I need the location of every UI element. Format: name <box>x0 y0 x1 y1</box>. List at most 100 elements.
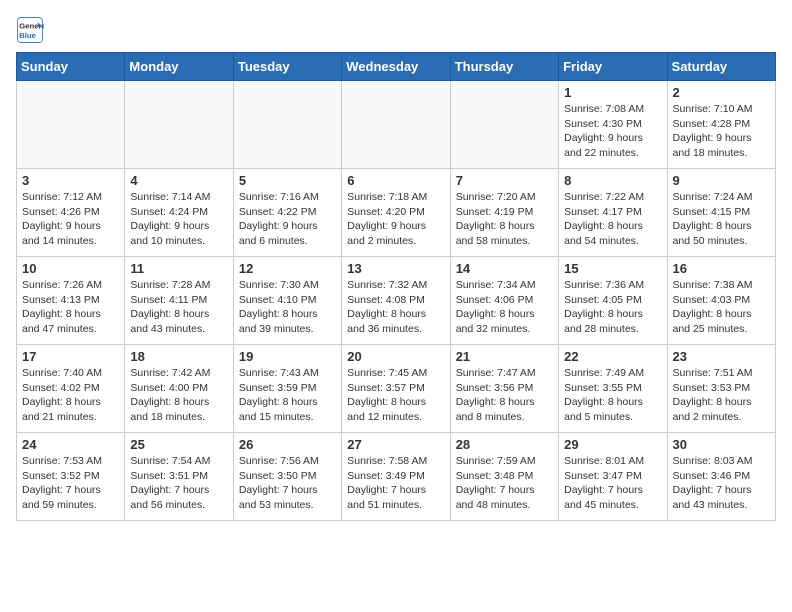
day-cell: 9 Sunrise: 7:24 AM Sunset: 4:15 PM Daylig… <box>667 169 775 257</box>
day-number: 21 <box>456 349 553 364</box>
header-row: SundayMondayTuesdayWednesdayThursdayFrid… <box>17 53 776 81</box>
logo: General Blue <box>16 16 48 44</box>
day-info: Sunrise: 7:38 AM Sunset: 4:03 PM Dayligh… <box>673 278 770 337</box>
day-info: Sunrise: 7:56 AM Sunset: 3:50 PM Dayligh… <box>239 454 336 513</box>
day-cell: 2Sunrise: 7:10 AM Sunset: 4:28 PM Daylig… <box>667 81 775 169</box>
day-cell: 7 Sunrise: 7:20 AM Sunset: 4:19 PM Daylig… <box>450 169 558 257</box>
day-info: Sunrise: 7:59 AM Sunset: 3:48 PM Dayligh… <box>456 454 553 513</box>
day-number: 24 <box>22 437 119 452</box>
day-info: Sunrise: 7:47 AM Sunset: 3:56 PM Dayligh… <box>456 366 553 425</box>
day-cell: 6 Sunrise: 7:18 AM Sunset: 4:20 PM Daylig… <box>342 169 450 257</box>
col-header-friday: Friday <box>559 53 667 81</box>
day-number: 5 <box>239 173 336 188</box>
day-cell: 16 Sunrise: 7:38 AM Sunset: 4:03 PM Dayli… <box>667 257 775 345</box>
day-number: 16 <box>673 261 770 276</box>
day-cell: 22 Sunrise: 7:49 AM Sunset: 3:55 PM Dayli… <box>559 345 667 433</box>
day-cell: 12Sunrise: 7:30 AM Sunset: 4:10 PM Dayli… <box>233 257 341 345</box>
day-info: Sunrise: 7:16 AM Sunset: 4:22 PM Dayligh… <box>239 190 336 249</box>
day-cell: 4Sunrise: 7:14 AM Sunset: 4:24 PM Daylig… <box>125 169 233 257</box>
day-info: Sunrise: 7:26 AM Sunset: 4:13 PM Dayligh… <box>22 278 119 337</box>
day-info: Sunrise: 7:22 AM Sunset: 4:17 PM Dayligh… <box>564 190 661 249</box>
day-cell: 28 Sunrise: 7:59 AM Sunset: 3:48 PM Dayli… <box>450 433 558 521</box>
col-header-monday: Monday <box>125 53 233 81</box>
day-info: Sunrise: 7:40 AM Sunset: 4:02 PM Dayligh… <box>22 366 119 425</box>
day-number: 23 <box>673 349 770 364</box>
week-row-2: 10 Sunrise: 7:26 AM Sunset: 4:13 PM Dayli… <box>17 257 776 345</box>
day-info: Sunrise: 7:10 AM Sunset: 4:28 PM Dayligh… <box>673 102 770 161</box>
day-info: Sunrise: 7:36 AM Sunset: 4:05 PM Dayligh… <box>564 278 661 337</box>
day-number: 28 <box>456 437 553 452</box>
day-cell: 5 Sunrise: 7:16 AM Sunset: 4:22 PM Daylig… <box>233 169 341 257</box>
day-info: Sunrise: 7:51 AM Sunset: 3:53 PM Dayligh… <box>673 366 770 425</box>
day-info: Sunrise: 7:28 AM Sunset: 4:11 PM Dayligh… <box>130 278 227 337</box>
week-row-3: 17 Sunrise: 7:40 AM Sunset: 4:02 PM Dayli… <box>17 345 776 433</box>
day-cell: 25 Sunrise: 7:54 AM Sunset: 3:51 PM Dayli… <box>125 433 233 521</box>
day-cell <box>450 81 558 169</box>
day-cell <box>125 81 233 169</box>
header: General Blue <box>16 16 776 44</box>
day-cell: 18 Sunrise: 7:42 AM Sunset: 4:00 PM Dayli… <box>125 345 233 433</box>
day-info: Sunrise: 7:34 AM Sunset: 4:06 PM Dayligh… <box>456 278 553 337</box>
day-info: Sunrise: 7:49 AM Sunset: 3:55 PM Dayligh… <box>564 366 661 425</box>
day-number: 11 <box>130 261 227 276</box>
day-cell: 21 Sunrise: 7:47 AM Sunset: 3:56 PM Dayli… <box>450 345 558 433</box>
day-info: Sunrise: 7:08 AM Sunset: 4:30 PM Dayligh… <box>564 102 661 161</box>
day-info: Sunrise: 7:45 AM Sunset: 3:57 PM Dayligh… <box>347 366 444 425</box>
col-header-wednesday: Wednesday <box>342 53 450 81</box>
calendar-table: SundayMondayTuesdayWednesdayThursdayFrid… <box>16 52 776 521</box>
day-number: 4 <box>130 173 227 188</box>
day-number: 25 <box>130 437 227 452</box>
day-info: Sunrise: 7:43 AM Sunset: 3:59 PM Dayligh… <box>239 366 336 425</box>
day-number: 30 <box>673 437 770 452</box>
svg-text:Blue: Blue <box>19 31 37 40</box>
day-info: Sunrise: 7:24 AM Sunset: 4:15 PM Dayligh… <box>673 190 770 249</box>
day-number: 7 <box>456 173 553 188</box>
day-number: 22 <box>564 349 661 364</box>
day-info: Sunrise: 7:18 AM Sunset: 4:20 PM Dayligh… <box>347 190 444 249</box>
day-info: Sunrise: 7:20 AM Sunset: 4:19 PM Dayligh… <box>456 190 553 249</box>
day-number: 17 <box>22 349 119 364</box>
day-info: Sunrise: 7:32 AM Sunset: 4:08 PM Dayligh… <box>347 278 444 337</box>
day-number: 26 <box>239 437 336 452</box>
day-number: 13 <box>347 261 444 276</box>
day-info: Sunrise: 7:12 AM Sunset: 4:26 PM Dayligh… <box>22 190 119 249</box>
day-info: Sunrise: 7:54 AM Sunset: 3:51 PM Dayligh… <box>130 454 227 513</box>
day-number: 20 <box>347 349 444 364</box>
day-number: 10 <box>22 261 119 276</box>
week-row-0: 1Sunrise: 7:08 AM Sunset: 4:30 PM Daylig… <box>17 81 776 169</box>
day-cell <box>342 81 450 169</box>
day-number: 8 <box>564 173 661 188</box>
col-header-thursday: Thursday <box>450 53 558 81</box>
day-cell: 11 Sunrise: 7:28 AM Sunset: 4:11 PM Dayli… <box>125 257 233 345</box>
day-number: 12 <box>239 261 336 276</box>
day-info: Sunrise: 7:53 AM Sunset: 3:52 PM Dayligh… <box>22 454 119 513</box>
day-info: Sunrise: 7:42 AM Sunset: 4:00 PM Dayligh… <box>130 366 227 425</box>
day-cell: 19Sunrise: 7:43 AM Sunset: 3:59 PM Dayli… <box>233 345 341 433</box>
day-number: 6 <box>347 173 444 188</box>
day-cell: 10 Sunrise: 7:26 AM Sunset: 4:13 PM Dayli… <box>17 257 125 345</box>
day-cell: 3 Sunrise: 7:12 AM Sunset: 4:26 PM Daylig… <box>17 169 125 257</box>
day-cell: 8 Sunrise: 7:22 AM Sunset: 4:17 PM Daylig… <box>559 169 667 257</box>
day-cell: 1Sunrise: 7:08 AM Sunset: 4:30 PM Daylig… <box>559 81 667 169</box>
col-header-saturday: Saturday <box>667 53 775 81</box>
day-cell: 27Sunrise: 7:58 AM Sunset: 3:49 PM Dayli… <box>342 433 450 521</box>
logo-icon: General Blue <box>16 16 44 44</box>
col-header-tuesday: Tuesday <box>233 53 341 81</box>
day-number: 3 <box>22 173 119 188</box>
day-cell: 23 Sunrise: 7:51 AM Sunset: 3:53 PM Dayli… <box>667 345 775 433</box>
day-number: 14 <box>456 261 553 276</box>
day-cell: 14 Sunrise: 7:34 AM Sunset: 4:06 PM Dayli… <box>450 257 558 345</box>
day-cell: 30Sunrise: 8:03 AM Sunset: 3:46 PM Dayli… <box>667 433 775 521</box>
week-row-1: 3 Sunrise: 7:12 AM Sunset: 4:26 PM Daylig… <box>17 169 776 257</box>
day-cell: 26 Sunrise: 7:56 AM Sunset: 3:50 PM Dayli… <box>233 433 341 521</box>
day-cell: 20 Sunrise: 7:45 AM Sunset: 3:57 PM Dayli… <box>342 345 450 433</box>
day-info: Sunrise: 8:01 AM Sunset: 3:47 PM Dayligh… <box>564 454 661 513</box>
week-row-4: 24 Sunrise: 7:53 AM Sunset: 3:52 PM Dayli… <box>17 433 776 521</box>
day-number: 18 <box>130 349 227 364</box>
day-cell: 17 Sunrise: 7:40 AM Sunset: 4:02 PM Dayli… <box>17 345 125 433</box>
day-cell: 24 Sunrise: 7:53 AM Sunset: 3:52 PM Dayli… <box>17 433 125 521</box>
day-cell: 29Sunrise: 8:01 AM Sunset: 3:47 PM Dayli… <box>559 433 667 521</box>
day-number: 9 <box>673 173 770 188</box>
day-cell: 13 Sunrise: 7:32 AM Sunset: 4:08 PM Dayli… <box>342 257 450 345</box>
col-header-sunday: Sunday <box>17 53 125 81</box>
